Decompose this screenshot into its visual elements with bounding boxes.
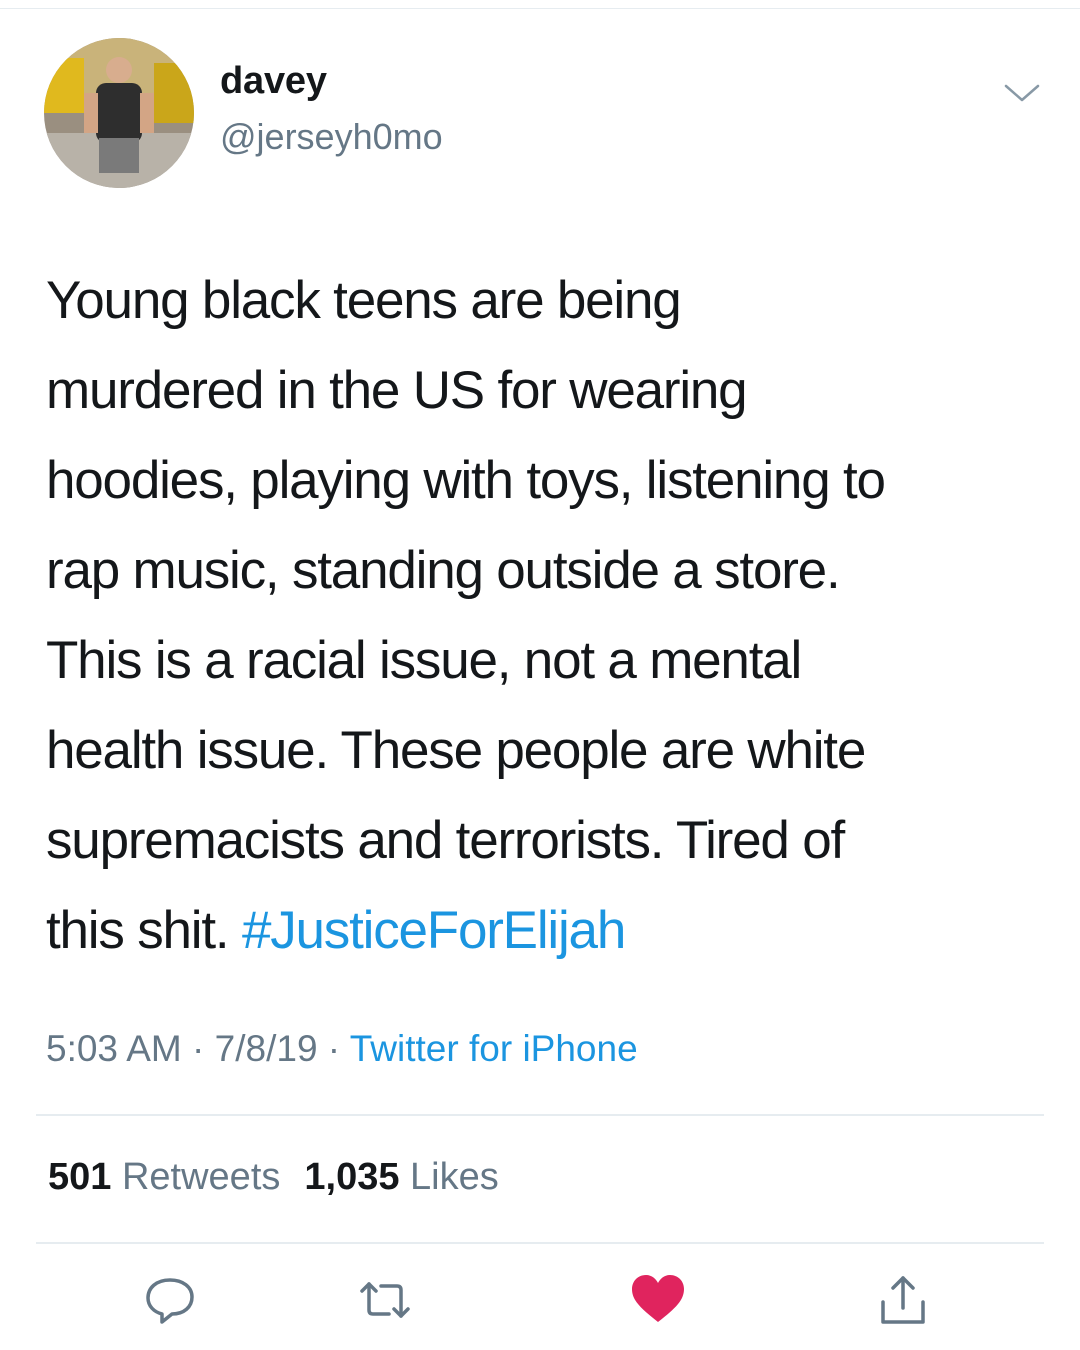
likes-label: Likes	[410, 1156, 499, 1198]
avatar-photo	[44, 38, 194, 188]
retweets-count: 501	[48, 1156, 112, 1198]
tweet-meta: 5:03 AM · 7/8/19 · Twitter for iPhone	[46, 1028, 638, 1070]
tweet-text-line: hoodies, playing with toys, listening to	[46, 451, 886, 510]
avatar[interactable]	[44, 38, 194, 188]
divider	[36, 1242, 1044, 1244]
tweet-text-line: supremacists and terrorists. Tired of	[46, 811, 845, 870]
likes-count: 1,035	[304, 1156, 400, 1198]
divider	[36, 1114, 1044, 1116]
tweet-text-line: This is a racial issue, not a mental	[46, 631, 802, 690]
tweet-detail-screen: davey @jerseyh0mo Young black teens are …	[0, 0, 1080, 1350]
tweet-text: Young black teens are being murdered in …	[46, 256, 1046, 976]
tweet-time: 5:03 AM	[46, 1028, 182, 1069]
tweet-text-fragment: this shit.	[46, 901, 242, 960]
heart-icon[interactable]	[628, 1270, 688, 1330]
tweet-text-last-line: this shit. #JusticeForElijah	[46, 886, 1046, 976]
reply-icon[interactable]	[140, 1270, 200, 1330]
chevron-down-icon[interactable]	[1000, 78, 1044, 108]
retweets-label: Retweets	[121, 1156, 281, 1198]
display-name[interactable]: davey	[220, 60, 327, 103]
engagement-stats: 501 Retweets 1,035 Likes	[48, 1156, 499, 1199]
tweet-text-line: Young black teens are being	[46, 271, 682, 330]
tweet-text-line: rap music, standing outside a store.	[46, 541, 841, 600]
tweet-date: 7/8/19	[214, 1028, 318, 1069]
retweet-icon[interactable]	[355, 1270, 415, 1330]
tweet-text-line: murdered in the US for wearing	[46, 361, 748, 420]
likes-stat[interactable]: 1,035 Likes	[304, 1156, 498, 1198]
meta-separator: ·	[317, 1028, 350, 1069]
top-divider	[0, 8, 1080, 9]
retweets-stat[interactable]: 501 Retweets	[48, 1156, 280, 1198]
hashtag-link[interactable]: #JusticeForElijah	[242, 901, 626, 960]
user-handle[interactable]: @jerseyh0mo	[220, 116, 443, 158]
tweet-text-line: health issue. These people are white	[46, 721, 866, 780]
share-icon[interactable]	[873, 1270, 933, 1330]
meta-separator: ·	[181, 1028, 215, 1069]
tweet-source-link[interactable]: Twitter for iPhone	[350, 1028, 638, 1069]
